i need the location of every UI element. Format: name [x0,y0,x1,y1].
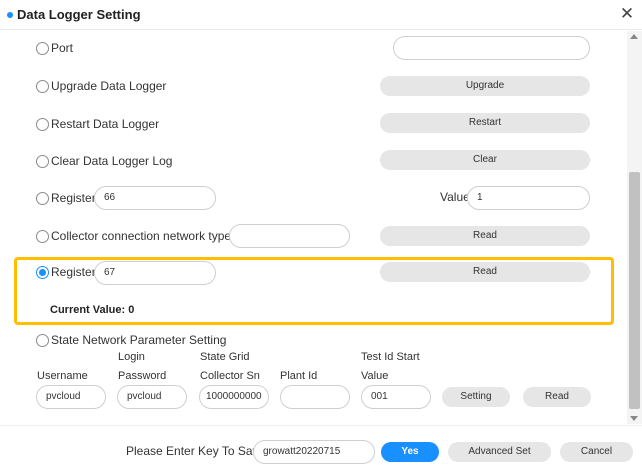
footer-divider [0,425,642,426]
upgrade-button[interactable]: Upgrade [380,76,590,96]
plant-id-header: Plant Id [280,370,318,382]
register-read-label: Register [51,265,96,279]
state-network-label: State Network Parameter Setting [51,333,227,347]
value-label: Value [440,190,470,204]
username-input[interactable]: pvcloud [36,385,106,409]
cancel-button[interactable]: Cancel [560,442,633,462]
dialog-titlebar: Data Logger Setting ✕ [0,0,642,30]
yes-button[interactable]: Yes [381,442,439,462]
network-type-label: Collector connection network type [51,229,232,243]
state-setting-button[interactable]: Setting [442,387,510,407]
login-header-line1: Login [118,351,145,363]
collector-sn-header: Collector Sn [200,370,260,382]
scroll-thumb[interactable] [629,172,640,409]
collector-sn-header-line1: State Grid [200,351,250,363]
test-id-header: Value [361,370,389,382]
network-type-radio[interactable] [36,230,49,243]
state-read-button[interactable]: Read [523,387,591,407]
clear-label: Clear Data Logger Log [51,154,173,168]
key-label: Please Enter Key To Save [126,444,266,458]
close-icon[interactable]: ✕ [618,5,636,23]
username-header: Username [37,370,88,382]
key-input[interactable]: growatt20220715 [253,440,375,464]
upgrade-label: Upgrade Data Logger [51,79,167,93]
network-type-input[interactable] [229,224,350,248]
port-input[interactable] [393,36,590,60]
network-type-read-button[interactable]: Read [380,226,590,246]
port-label: Port [51,41,74,55]
password-header: Password [118,370,167,382]
restart-label: Restart Data Logger [51,117,160,131]
current-value-number: 0 [128,304,135,316]
state-network-radio[interactable] [36,334,49,347]
scroll-down-icon[interactable] [630,416,638,421]
value-input[interactable]: 1 [467,186,590,210]
advanced-set-button[interactable]: Advanced Set [448,442,551,462]
register-read-button[interactable]: Read [380,262,590,282]
clear-radio[interactable] [36,155,49,168]
upgrade-radio[interactable] [36,80,49,93]
collector-sn-input[interactable]: 1000000000 [199,385,269,409]
restart-radio[interactable] [36,118,49,131]
title-dot-icon [7,12,13,18]
restart-button[interactable]: Restart [380,113,590,133]
scroll-up-icon[interactable] [630,34,638,39]
test-id-input[interactable]: 001 [361,385,431,409]
current-value-label: Current Value: [50,304,126,316]
register-write-input[interactable]: 66 [94,186,216,210]
clear-button[interactable]: Clear [380,150,590,170]
plant-id-input[interactable] [280,385,350,409]
register-read-radio[interactable] [36,266,49,279]
register-write-label: Register [51,191,96,205]
password-input[interactable]: pvcloud [117,385,187,409]
current-value: Current Value: 0 [50,304,134,316]
test-id-header-line1: Test Id Start [361,351,420,363]
port-radio[interactable] [36,42,49,55]
vertical-scrollbar[interactable] [627,31,642,424]
register-read-input[interactable]: 67 [94,261,216,285]
dialog-title: Data Logger Setting [17,7,141,22]
register-write-radio[interactable] [36,192,49,205]
